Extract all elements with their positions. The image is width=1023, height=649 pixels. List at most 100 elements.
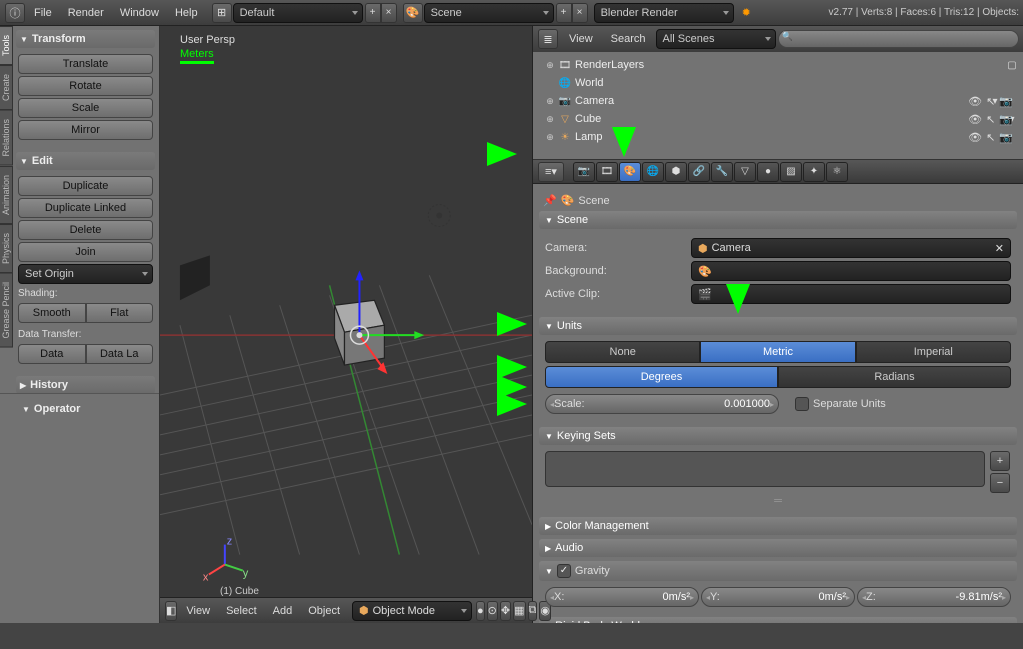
tab-render-layers[interactable]: 🎞 — [596, 162, 618, 182]
keying-remove-button[interactable]: − — [990, 473, 1010, 493]
render-engine-dropdown[interactable]: Blender Render — [594, 3, 734, 23]
manipulator-icon[interactable]: ✥ — [500, 601, 511, 621]
tab-tools[interactable]: Tools — [0, 26, 13, 65]
unit-radians-button[interactable]: Radians — [778, 366, 1011, 388]
scene-add-button[interactable]: + — [556, 3, 572, 23]
tab-constraints[interactable]: 🔗 — [688, 162, 710, 182]
gravity-header[interactable]: Gravity — [539, 561, 1017, 581]
smooth-button[interactable]: Smooth — [18, 303, 86, 323]
viewport-canvas[interactable]: z y x — [160, 26, 532, 595]
tree-row-lamp[interactable]: ⊕☀Lamp👁↖📷 — [537, 128, 1019, 146]
set-origin-dropdown[interactable]: Set Origin — [18, 264, 153, 284]
duplicate-linked-button[interactable]: Duplicate Linked — [18, 198, 153, 218]
render-icon[interactable]: 📷 — [999, 131, 1013, 144]
separate-units-checkbox[interactable] — [795, 397, 809, 411]
tree-row-renderlayers[interactable]: ⊕🎞RenderLayers▢ — [537, 56, 1019, 74]
translate-button[interactable]: Translate — [18, 54, 153, 74]
menu-window[interactable]: Window — [112, 3, 167, 23]
render-icon[interactable]: 📷 — [999, 95, 1013, 108]
eye-icon[interactable]: 👁 — [968, 113, 982, 126]
unit-scale-field[interactable]: Scale: 0.001000 — [545, 394, 779, 414]
delete-button[interactable]: Delete — [18, 220, 153, 240]
unit-degrees-button[interactable]: Degrees — [545, 366, 778, 388]
props-editor-icon[interactable]: ≡▾ — [538, 162, 564, 182]
tab-relations[interactable]: Relations — [0, 110, 13, 166]
tab-render[interactable]: 📷 — [573, 162, 595, 182]
history-header[interactable]: History — [16, 376, 155, 394]
shading-dropdown-icon[interactable]: ● — [476, 601, 485, 621]
cursor-icon[interactable]: ↖ — [986, 113, 995, 126]
tab-scene[interactable]: 🎨 — [619, 162, 641, 182]
eye-icon[interactable]: 👁 — [968, 131, 982, 144]
menu-render[interactable]: Render — [60, 3, 112, 23]
gravity-z-field[interactable]: Z:-9.81m/s² — [857, 587, 1011, 607]
keying-sets-header[interactable]: Keying Sets — [539, 427, 1017, 445]
scene-dropdown[interactable]: Scene — [424, 3, 554, 23]
tab-data[interactable]: ▽ — [734, 162, 756, 182]
color-management-header[interactable]: Color Management — [539, 517, 1017, 535]
vp-menu-view[interactable]: View — [178, 601, 218, 621]
outliner-view-menu[interactable]: View — [561, 29, 601, 49]
units-panel-header[interactable]: Units — [539, 317, 1017, 335]
menu-file[interactable]: File — [26, 3, 60, 23]
vp-menu-object[interactable]: Object — [300, 601, 348, 621]
layout-add-button[interactable]: + — [365, 3, 381, 23]
join-button[interactable]: Join — [18, 242, 153, 262]
keying-add-button[interactable]: + — [990, 451, 1010, 471]
mode-dropdown[interactable]: ⬢Object Mode — [352, 601, 472, 621]
tab-world[interactable]: 🌐 — [642, 162, 664, 182]
scene-icon[interactable]: 🎨 — [403, 3, 423, 23]
layout-remove-button[interactable]: × — [381, 3, 397, 23]
pivot-icon[interactable]: ⊙ — [487, 601, 498, 621]
scene-remove-button[interactable]: × — [572, 3, 588, 23]
unit-none-button[interactable]: None — [545, 341, 700, 363]
tab-texture[interactable]: ▨ — [780, 162, 802, 182]
scale-button[interactable]: Scale — [18, 98, 153, 118]
render-icon[interactable]: 📷 — [999, 113, 1013, 126]
gravity-x-field[interactable]: X:0m/s² — [545, 587, 699, 607]
rigid-body-header[interactable]: Rigid Body World — [539, 617, 1017, 623]
cursor-icon[interactable]: ↖ — [986, 95, 995, 108]
editor-type-icon[interactable]: ⓘ — [5, 3, 25, 23]
tab-physics[interactable]: ⚛ — [826, 162, 848, 182]
drag-handle-icon[interactable]: ═ — [545, 495, 1011, 507]
transform-header[interactable]: Transform — [16, 30, 155, 48]
tab-particles[interactable]: ✦ — [803, 162, 825, 182]
vp-menu-add[interactable]: Add — [265, 601, 301, 621]
viewport-editor-icon[interactable]: ◧ — [165, 601, 177, 621]
eye-icon[interactable]: 👁 — [968, 95, 982, 108]
restrict-icon[interactable]: ▢ — [1005, 58, 1019, 72]
outliner-search-menu[interactable]: Search — [603, 29, 654, 49]
edit-header[interactable]: Edit — [16, 152, 155, 170]
unit-metric-button[interactable]: Metric — [700, 341, 855, 363]
operator-header[interactable]: Operator — [18, 400, 154, 418]
tab-modifiers[interactable]: 🔧 — [711, 162, 733, 182]
outliner-filter-dropdown[interactable]: All Scenes — [656, 29, 776, 49]
tab-animation[interactable]: Animation — [0, 166, 13, 224]
rotate-button[interactable]: Rotate — [18, 76, 153, 96]
snap-icon[interactable]: ⧉ — [528, 601, 538, 621]
scene-panel-header[interactable]: Scene — [539, 211, 1017, 229]
audio-header[interactable]: Audio — [539, 539, 1017, 557]
active-clip-field[interactable]: 🎬 — [691, 284, 1011, 304]
menu-help[interactable]: Help — [167, 3, 206, 23]
unit-imperial-button[interactable]: Imperial — [856, 341, 1011, 363]
tab-physics[interactable]: Physics — [0, 224, 13, 273]
keying-sets-list[interactable] — [545, 451, 985, 487]
tab-object[interactable]: ⬢ — [665, 162, 687, 182]
tab-material[interactable]: ● — [757, 162, 779, 182]
vp-menu-select[interactable]: Select — [218, 601, 265, 621]
gravity-y-field[interactable]: Y:0m/s² — [701, 587, 855, 607]
viewport-3d[interactable]: User Persp Meters — [160, 26, 533, 623]
flat-button[interactable]: Flat — [86, 303, 154, 323]
outliner-editor-icon[interactable]: ≣ — [538, 29, 558, 49]
outliner-tree[interactable]: ⊕🎞RenderLayers▢ 🌐World ⊕📷Camera▾◐👁↖📷 ⊕▽C… — [533, 52, 1023, 159]
tree-row-camera[interactable]: ⊕📷Camera▾◐👁↖📷 — [537, 92, 1019, 110]
cursor-icon[interactable]: ↖ — [986, 131, 995, 144]
tree-row-world[interactable]: 🌐World — [537, 74, 1019, 92]
tree-row-cube[interactable]: ⊕▽Cube▾👁↖📷 — [537, 110, 1019, 128]
layers-icon[interactable]: ▦ — [513, 601, 525, 621]
camera-field[interactable]: ⬢Camera✕ — [691, 238, 1011, 258]
tab-grease-pencil[interactable]: Grease Pencil — [0, 273, 13, 348]
mirror-button[interactable]: Mirror — [18, 120, 153, 140]
